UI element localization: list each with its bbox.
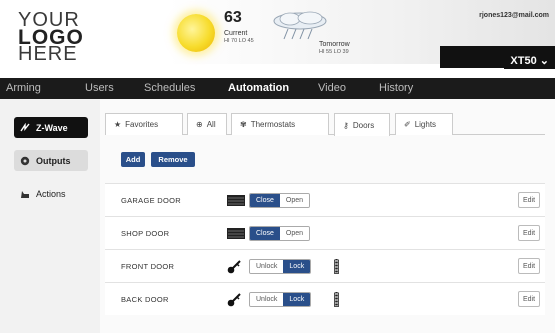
zwave-icon (20, 122, 30, 131)
front-door-toggle: Unlock Lock (249, 259, 312, 274)
close-button[interactable]: Close (250, 194, 280, 207)
nav-automation[interactable]: Automation (228, 82, 289, 94)
actions-icon (21, 190, 29, 198)
nav-video[interactable]: Video (318, 82, 346, 94)
sidebar: Z-Wave Outputs Actions (0, 99, 100, 333)
tab-label: Doors (352, 120, 375, 130)
add-button[interactable]: Add (121, 152, 145, 167)
device-row-garage: GARAGE DOOR Close Open Edit (105, 183, 545, 216)
chevron-down-icon: ⌄ (539, 55, 549, 67)
sidebar-item-label: Actions (36, 188, 66, 199)
device-name: GARAGE DOOR (121, 196, 181, 205)
device-name: BACK DOOR (121, 295, 169, 304)
key-icon (227, 293, 241, 307)
tomorrow-label: Tomorrow (319, 41, 350, 48)
edit-button[interactable]: Edit (518, 291, 540, 307)
tomorrow-hilo: HI 55 LO 39 (319, 49, 349, 55)
nav-users[interactable]: Users (85, 82, 114, 94)
sun-icon (177, 14, 215, 52)
current-hilo: HI 70 LO 45 (224, 38, 254, 44)
tab-thermostats[interactable]: ✾ Thermostats (231, 113, 329, 135)
logo: YOUR LOGO HERE (18, 10, 84, 65)
account-email[interactable]: rjones123@mail.com (479, 12, 549, 19)
device-name: FRONT DOOR (121, 262, 175, 271)
unlock-button[interactable]: Unlock (250, 260, 284, 273)
main-panel: ★ Favorites ⊕ All ✾ Thermostats ⚷ Doors … (100, 99, 555, 333)
current-temperature: 63 (224, 9, 242, 26)
key-icon: ⚷ (343, 120, 349, 130)
key-icon (227, 260, 241, 274)
tab-favorites[interactable]: ★ Favorites (105, 113, 183, 135)
device-name: SHOP DOOR (121, 229, 170, 238)
sidebar-item-outputs[interactable]: Outputs (14, 150, 88, 171)
tab-all[interactable]: ⊕ All (187, 113, 227, 135)
edit-button[interactable]: Edit (518, 258, 540, 274)
sidebar-item-zwave[interactable]: Z-Wave (14, 117, 88, 138)
sidebar-item-actions[interactable]: Actions (14, 183, 88, 204)
current-label: Current (224, 30, 248, 37)
device-name: XT50 (510, 55, 537, 67)
open-button[interactable]: Open (279, 194, 310, 207)
outputs-icon (20, 156, 30, 165)
lightbulb-icon: ✐ (404, 120, 411, 129)
back-door-toggle: Unlock Lock (249, 292, 312, 307)
tab-bar: ★ Favorites ⊕ All ✾ Thermostats ⚷ Doors … (105, 113, 545, 136)
device-row-shop: SHOP DOOR Close Open Edit (105, 216, 545, 249)
unlock-button[interactable]: Unlock (250, 293, 284, 306)
shop-door-toggle: Close Open (249, 226, 311, 241)
logo-line-3: HERE (18, 43, 78, 65)
tab-label: Thermostats (250, 120, 296, 129)
device-selector[interactable]: XT50 ⌄ (504, 52, 555, 69)
tab-label: Lights (414, 120, 437, 129)
battery-icon (334, 292, 339, 307)
star-icon: ★ (114, 120, 122, 129)
tab-lights[interactable]: ✐ Lights (395, 113, 453, 135)
nav-history[interactable]: History (379, 82, 413, 94)
device-row-front: FRONT DOOR Unlock Lock Edit (105, 249, 545, 282)
device-row-back: BACK DOOR Unlock Lock Edit (105, 282, 545, 315)
rain-cloud-icon (273, 11, 327, 40)
tab-doors[interactable]: ⚷ Doors (334, 113, 390, 136)
lock-button[interactable]: Lock (283, 260, 311, 273)
garage-door-icon (227, 195, 245, 206)
nav-schedules[interactable]: Schedules (144, 82, 195, 94)
main-nav: Arming Users Schedules Automation Video … (0, 78, 555, 99)
close-button[interactable]: Close (250, 227, 280, 240)
remove-button[interactable]: Remove (151, 152, 195, 167)
lock-button[interactable]: Lock (283, 293, 311, 306)
edit-button[interactable]: Edit (518, 192, 540, 208)
sidebar-item-label: Z-Wave (36, 122, 68, 133)
globe-icon: ⊕ (196, 120, 203, 129)
battery-icon (334, 259, 339, 274)
sidebar-item-label: Outputs (36, 155, 71, 166)
edit-button[interactable]: Edit (518, 225, 540, 241)
tab-label: All (206, 120, 216, 129)
garage-door-toggle: Close Open (249, 193, 311, 208)
nav-arming[interactable]: Arming (6, 82, 41, 94)
fan-icon: ✾ (240, 120, 247, 129)
header: YOUR LOGO HERE 63 Current HI 70 LO 45 To… (0, 0, 555, 78)
open-button[interactable]: Open (279, 227, 310, 240)
garage-door-icon (227, 228, 245, 239)
tab-label: Favorites (125, 120, 159, 129)
